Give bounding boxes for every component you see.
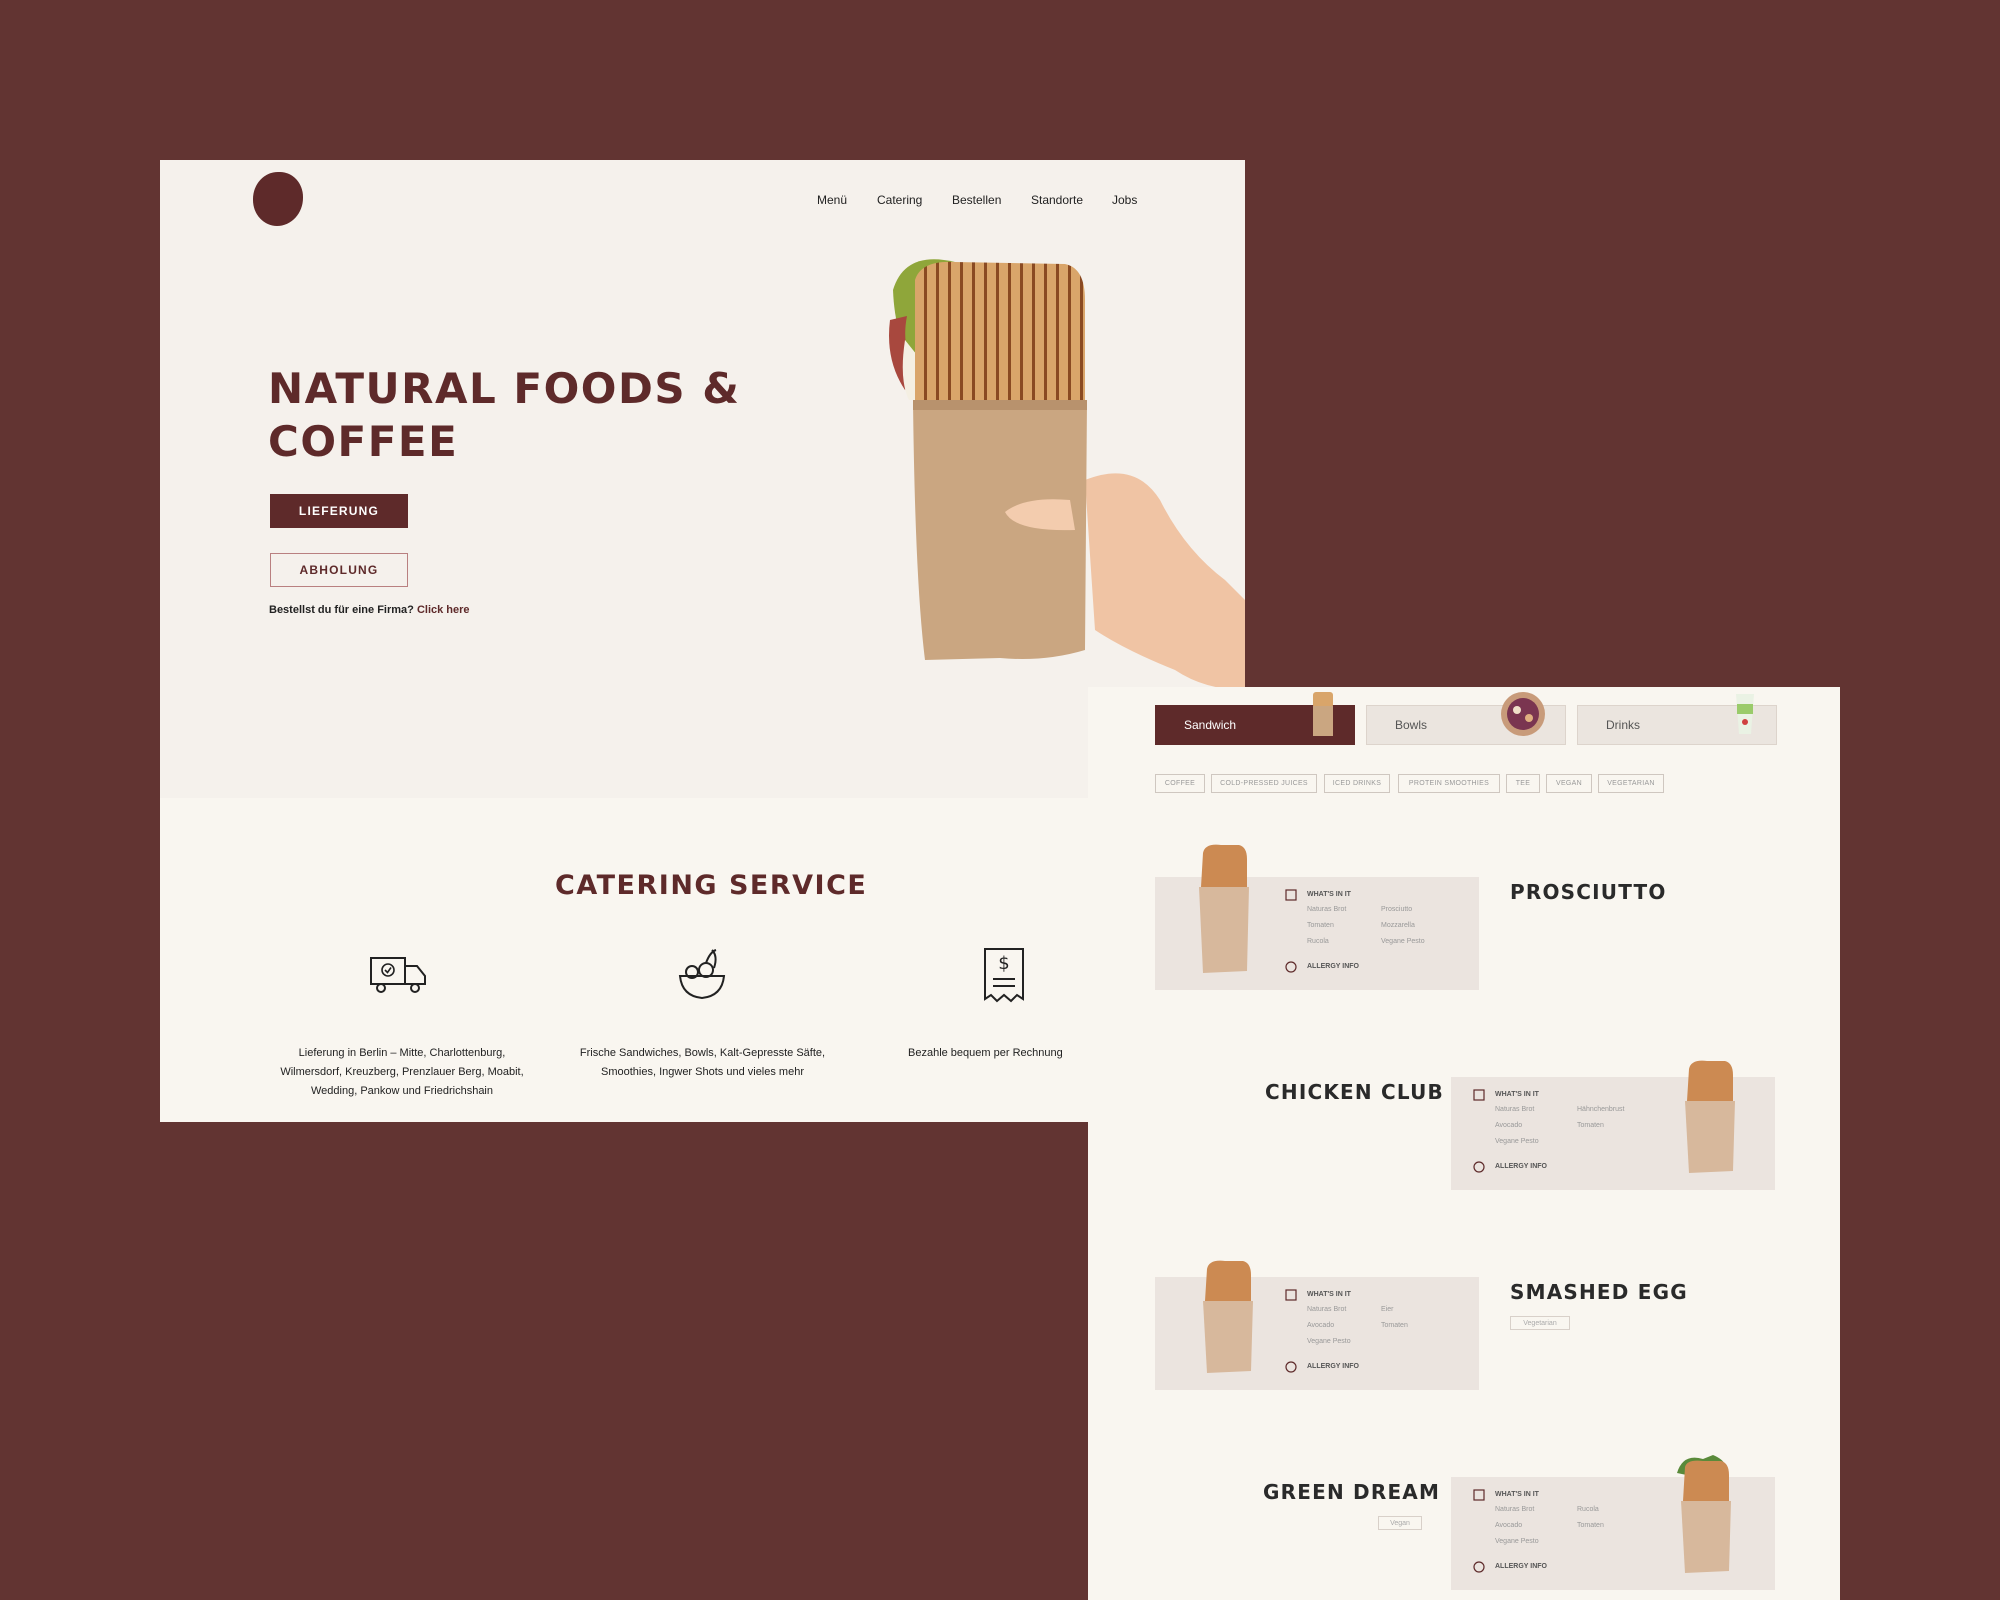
- hero-section: Menü Catering Bestellen Standorte Jobs N…: [160, 160, 1245, 798]
- allergy-icon: [1285, 961, 1297, 973]
- nav-item-jobs[interactable]: Jobs: [1112, 193, 1137, 207]
- menu-frame: Sandwich Bowls Drinks COFFEE COLD-PRESSE…: [1088, 687, 1840, 1600]
- product-card-smashed-egg[interactable]: WHAT'S IN IT Naturas Brot Avocado Vegane P…: [1155, 1260, 1479, 1390]
- logo[interactable]: [253, 172, 303, 226]
- pickup-button[interactable]: ABHOLUNG: [270, 553, 408, 587]
- allergy-icon: [1473, 1561, 1485, 1573]
- bowl-thumbnail: [1501, 692, 1545, 736]
- delivery-button[interactable]: LIEFERUNG: [270, 494, 408, 528]
- nav-item-catering[interactable]: Catering: [877, 193, 922, 207]
- allergy-icon: [1285, 1361, 1297, 1373]
- company-order-text: Bestellst du für eine Firma?: [269, 604, 414, 616]
- allergy-info-link[interactable]: ALLERGY INFO: [1495, 1163, 1547, 1170]
- drink-thumbnail: [1736, 694, 1754, 734]
- homepage-frame: Menü Catering Bestellen Standorte Jobs N…: [160, 160, 1245, 1122]
- whats-in-it-label: WHAT'S IN IT: [1307, 1291, 1351, 1298]
- ingredients-col2: Prosciutto Mozzarella Vegane Pesto: [1381, 906, 1425, 945]
- whats-in-it-label: WHAT'S IN IT: [1495, 1491, 1539, 1498]
- allergy-info-link[interactable]: ALLERGY INFO: [1307, 963, 1359, 970]
- sandwich-thumbnail: [1313, 692, 1333, 736]
- product-card-prosciutto[interactable]: WHAT'S IN IT Naturas Brot Tomaten Rucola P…: [1155, 844, 1479, 990]
- ingredients-col2: Rucola Tomaten: [1577, 1506, 1604, 1529]
- product-name-green-dream: GREEN DREAM: [1263, 1480, 1441, 1504]
- ingredients-col1: Naturas Brot Avocado Vegane Pesto: [1307, 1306, 1351, 1345]
- service-text-food: Frische Sandwiches, Bowls, Kalt-Gepresst…: [579, 1047, 826, 1078]
- allergy-info-link[interactable]: ALLERGY INFO: [1495, 1563, 1547, 1570]
- tab-bowls[interactable]: Bowls: [1366, 692, 1566, 745]
- whats-in-it-label: WHAT'S IN IT: [1307, 891, 1351, 898]
- ingredients-col1: Naturas Brot Avocado Vegane Pesto: [1495, 1106, 1539, 1145]
- filter-chip-cold-pressed-juices[interactable]: COLD-PRESSED JUICES: [1211, 774, 1317, 793]
- hero-title: NATURAL FOODS & COFFEE: [268, 364, 741, 466]
- ingredients-col2: Eier Tomaten: [1381, 1306, 1408, 1329]
- product-name-prosciutto: PROSCIUTTO: [1510, 880, 1667, 904]
- product-card-chicken-club[interactable]: WHAT'S IN IT Naturas Brot Avocado Vegane P…: [1451, 1060, 1775, 1190]
- product-name-smashed-egg: SMASHED EGG: [1510, 1280, 1688, 1304]
- nav-item-menu[interactable]: Menü: [817, 193, 847, 207]
- receipt-icon: $: [984, 948, 1024, 1003]
- ingredients-icon: [1473, 1089, 1485, 1101]
- hero-sandwich-image: [889, 259, 1245, 690]
- tab-sandwich[interactable]: Sandwich: [1155, 692, 1355, 745]
- filter-chip-iced-drinks[interactable]: ICED DRINKS: [1324, 774, 1390, 793]
- ingredients-col1: Naturas Brot Avocado Vegane Pesto: [1495, 1506, 1539, 1545]
- ingredients-col1: Naturas Brot Tomaten Rucola: [1307, 906, 1347, 945]
- nav-item-standorte[interactable]: Standorte: [1031, 193, 1083, 207]
- delivery-truck-icon: [370, 957, 426, 993]
- product-name-chicken-club: CHICKEN CLUB: [1265, 1080, 1444, 1104]
- company-order-note: Bestellst du für eine Firma? Click here: [269, 604, 470, 616]
- allergy-icon: [1473, 1161, 1485, 1173]
- ingredients-icon: [1473, 1489, 1485, 1501]
- tab-drinks[interactable]: Drinks: [1577, 694, 1777, 745]
- filter-chip-coffee[interactable]: COFFEE: [1155, 774, 1205, 793]
- whats-in-it-label: WHAT'S IN IT: [1495, 1091, 1539, 1098]
- filter-chip-vegan[interactable]: VEGAN: [1546, 774, 1592, 793]
- company-order-link[interactable]: Click here: [417, 604, 470, 616]
- product-image-smashed-egg: [1203, 1260, 1253, 1373]
- tab-drinks-label: Drinks: [1606, 718, 1641, 732]
- product-image-prosciutto: [1199, 844, 1249, 973]
- ingredients-icon: [1285, 889, 1297, 901]
- ingredients-icon: [1285, 1289, 1297, 1301]
- nav-item-bestellen[interactable]: Bestellen: [952, 193, 1001, 207]
- tab-sandwich-label: Sandwich: [1184, 718, 1237, 732]
- svg-text:$: $: [998, 953, 1009, 974]
- tab-bowls-label: Bowls: [1395, 718, 1428, 732]
- filter-chip-vegetarian[interactable]: VEGETARIAN: [1598, 774, 1664, 793]
- salad-bowl-icon: [678, 949, 726, 1000]
- product-tag-vegan: Vegan: [1378, 1516, 1422, 1530]
- product-image-green-dream: [1677, 1455, 1731, 1573]
- product-card-green-dream[interactable]: WHAT'S IN IT Naturas Brot Avocado Vegane P…: [1451, 1455, 1775, 1590]
- catering-title: CATERING SERVICE: [555, 870, 868, 901]
- filter-chip-tee[interactable]: TEE: [1506, 774, 1540, 793]
- allergy-info-link[interactable]: ALLERGY INFO: [1307, 1363, 1359, 1370]
- product-tag-vegetarian: Vegetarian: [1510, 1316, 1570, 1330]
- product-image-chicken-club: [1685, 1060, 1735, 1173]
- service-text-delivery: Lieferung in Berlin – Mitte, Charlottenb…: [280, 1047, 524, 1097]
- ingredients-col2: Hähnchenbrust Tomaten: [1577, 1106, 1625, 1129]
- filter-chip-protein-smoothies[interactable]: PROTEIN SMOOTHIES: [1398, 774, 1500, 793]
